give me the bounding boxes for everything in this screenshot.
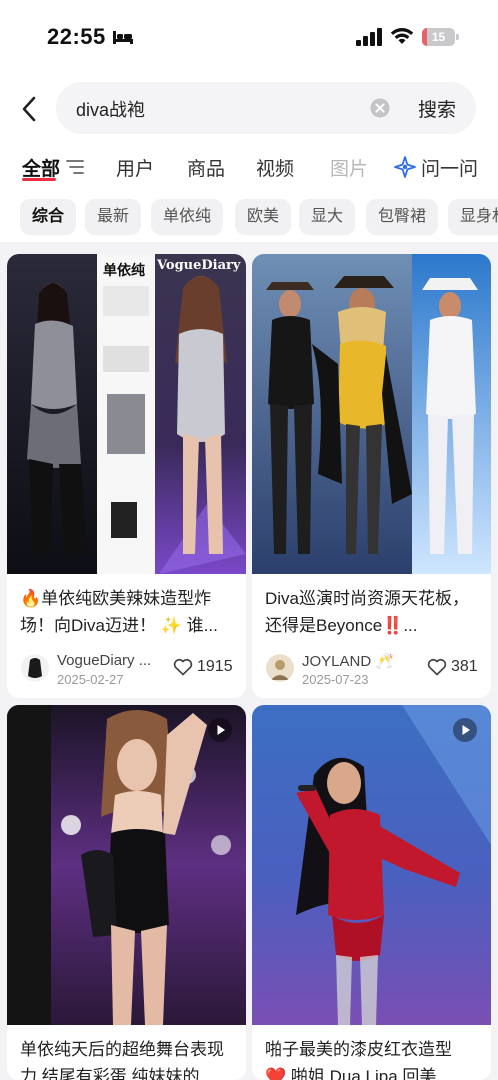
author-name[interactable]: JOYLAND 🥂 xyxy=(302,652,394,670)
like-count: 1915 xyxy=(197,658,233,675)
play-icon xyxy=(208,718,232,742)
post-title[interactable]: 单依纯天后的超绝舞台表现力 结尾有彩蛋 纯妹妹的... xyxy=(20,1036,232,1080)
battery-icon: 15 xyxy=(422,28,455,46)
tab-users[interactable]: 用户 xyxy=(116,154,154,181)
post-title[interactable]: Diva巡演时尚资源天花板，还得是Beyonce‼️... xyxy=(265,585,477,639)
chevron-left-icon[interactable] xyxy=(20,96,38,122)
search-input[interactable]: diva战袍 搜索 xyxy=(56,82,476,134)
post-cover-image xyxy=(252,254,491,574)
status-bar: 22:55 15 xyxy=(0,0,498,72)
author-name[interactable]: VogueDiary ... xyxy=(57,652,151,669)
cover-ribbon-text: 单依纯 xyxy=(103,262,145,278)
chip-look-big[interactable]: 显大 xyxy=(299,199,356,235)
feed-card[interactable]: 单依纯 VogueDiary 🔥单依纯欧美辣妹造型炸场！向Diva迈进！ ✨ 谁… xyxy=(7,254,246,698)
avatar[interactable] xyxy=(21,654,49,682)
chip-comprehensive[interactable]: 综合 xyxy=(20,199,77,235)
active-tab-indicator xyxy=(22,178,56,181)
cover-brand-text: VogueDiary xyxy=(157,258,241,273)
post-cover-image xyxy=(252,705,491,1025)
post-date: 2025-07-23 xyxy=(302,672,369,687)
feed-card[interactable]: Diva巡演时尚资源天花板，还得是Beyonce‼️... JOYLAND 🥂 … xyxy=(252,254,491,698)
sleep-bed-icon xyxy=(113,31,133,44)
sparkle-icon xyxy=(394,156,416,178)
post-cover-image xyxy=(7,254,246,574)
cellular-signal-icon xyxy=(356,28,382,46)
post-date: 2025-02-27 xyxy=(57,672,124,687)
tab-all[interactable]: 全部 xyxy=(22,154,60,181)
search-button[interactable]: 搜索 xyxy=(418,95,456,122)
filter-lines-icon[interactable] xyxy=(66,159,84,175)
chip-latest[interactable]: 最新 xyxy=(85,199,142,235)
battery-level-text: 15 xyxy=(431,30,446,44)
feed-card[interactable]: 单依纯天后的超绝舞台表现力 结尾有彩蛋 纯妹妹的... xyxy=(7,705,246,1080)
tab-products[interactable]: 商品 xyxy=(187,154,225,181)
play-icon xyxy=(453,718,477,742)
post-title[interactable]: 啪子最美的漆皮红衣造型 ❤️ 啪姐 Dua Lipa 回美... xyxy=(265,1036,477,1080)
tab-images[interactable]: 图片 xyxy=(330,154,368,181)
search-header: diva战袍 搜索 全部 用户 商品 视频 图片 问一问 xyxy=(0,72,498,192)
heart-outline-icon[interactable] xyxy=(427,658,447,676)
like-count: 381 xyxy=(451,658,478,675)
avatar[interactable] xyxy=(266,654,294,682)
tab-ask[interactable]: 问一问 xyxy=(421,154,478,181)
chip-flattering[interactable]: 显身材 xyxy=(448,199,498,235)
filter-chips: 综合 最新 单依纯 欧美 显大 包臀裙 显身材 xyxy=(0,192,498,242)
close-circle-icon[interactable] xyxy=(370,98,390,118)
battery-cap xyxy=(456,34,459,40)
heart-outline-icon[interactable] xyxy=(173,658,193,676)
chip-bodycon-skirt[interactable]: 包臀裙 xyxy=(366,199,439,235)
wifi-icon xyxy=(390,28,414,44)
chip-western[interactable]: 欧美 xyxy=(235,199,292,235)
post-cover-image xyxy=(7,705,246,1025)
chip-shan-yichun[interactable]: 单依纯 xyxy=(151,199,224,235)
post-title[interactable]: 🔥单依纯欧美辣妹造型炸场！向Diva迈进！ ✨ 谁... xyxy=(20,585,232,639)
tab-videos[interactable]: 视频 xyxy=(256,154,294,181)
status-time: 22:55 xyxy=(47,24,106,49)
feed-card[interactable]: 啪子最美的漆皮红衣造型 ❤️ 啪姐 Dua Lipa 回美... xyxy=(252,705,491,1080)
search-query-text[interactable]: diva战袍 xyxy=(76,96,145,122)
